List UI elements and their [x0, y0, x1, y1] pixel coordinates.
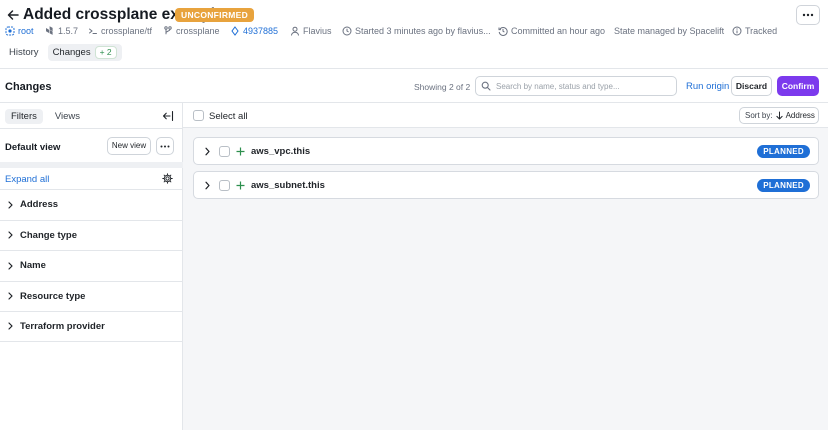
filter-address[interactable]: Address — [0, 189, 183, 220]
tab-views[interactable]: Views — [49, 109, 86, 124]
state-label: State managed by Spacelift — [614, 26, 725, 36]
search-input[interactable] — [496, 81, 666, 91]
list-header: Select all Sort by: Address — [183, 103, 828, 128]
commit-hash: 4937885 — [243, 26, 279, 36]
collapse-sidebar-icon[interactable] — [162, 110, 174, 122]
filters-sidebar: Filters Views Default view New view Expa… — [0, 103, 183, 430]
committed: Committed an hour ago — [498, 26, 605, 36]
project-root: crossplane/tf — [88, 26, 152, 36]
more-icon — [802, 13, 814, 17]
commit-link[interactable]: 4937885 — [230, 26, 278, 36]
terraform-version-icon — [46, 26, 53, 35]
tab-history[interactable]: History — [4, 44, 44, 61]
resource-address: aws_subnet.this — [251, 179, 325, 191]
chevron-right-icon — [8, 322, 13, 330]
back-arrow-icon[interactable] — [6, 8, 20, 22]
clock-icon — [342, 26, 352, 36]
tab-changes-label: Changes — [52, 47, 91, 58]
filter-resource-type[interactable]: Resource type — [0, 280, 183, 312]
resource-address: aws_vpc.this — [251, 145, 311, 157]
info-icon — [732, 26, 742, 36]
expand-all-link[interactable]: Expand all — [5, 174, 49, 185]
chevron-right-icon — [8, 262, 13, 270]
run-tabs: History Changes + 2 — [4, 44, 122, 62]
branch: crossplane — [163, 26, 220, 36]
tracked-label: Tracked — [745, 26, 778, 36]
filter-terraform-provider[interactable]: Terraform provider — [0, 311, 183, 342]
status-badge: PLANNED — [757, 145, 810, 158]
sort-label: Sort by: — [745, 111, 773, 120]
author-name: Flavius — [303, 26, 332, 36]
changes-heading: Changes — [5, 81, 52, 93]
filter-label: Change type — [20, 229, 78, 241]
select-all-checkbox[interactable] — [193, 110, 204, 121]
version-label: 1.5.7 — [58, 26, 79, 36]
arrow-down-icon — [775, 111, 783, 120]
chevron-right-icon — [8, 201, 13, 209]
search-box[interactable] — [475, 76, 677, 96]
run-origin-link[interactable]: Run origin — [686, 81, 729, 92]
new-view-button[interactable]: New view — [107, 137, 151, 155]
chevron-right-icon[interactable] — [204, 181, 211, 190]
filter-change-type[interactable]: Change type — [0, 219, 183, 251]
stack-icon — [5, 26, 15, 36]
default-view-label: Default view — [5, 142, 61, 153]
view-more-button[interactable] — [156, 137, 174, 155]
filter-label: Terraform provider — [20, 320, 105, 332]
select-all-label: Select all — [209, 111, 248, 122]
list-item[interactable]: aws_vpc.this PLANNED — [193, 137, 819, 165]
run-meta: root 1.5.7 crossplane/tf crossplane 4937… — [0, 24, 828, 40]
history-icon — [498, 26, 508, 36]
tracked: Tracked — [732, 26, 777, 36]
more-icon — [160, 145, 170, 147]
search-icon — [481, 81, 491, 91]
plus-icon — [236, 181, 245, 189]
filter-label: Name — [20, 260, 46, 272]
project-root-label: crossplane/tf — [101, 26, 153, 36]
filter-label: Resource type — [20, 290, 86, 302]
sort-button[interactable]: Sort by: Address — [739, 107, 819, 124]
confirm-button[interactable]: Confirm — [777, 76, 819, 96]
terminal-icon — [89, 28, 97, 34]
changes-count-badge: + 2 — [94, 46, 117, 59]
chevron-right-icon — [8, 292, 13, 300]
branch-icon — [164, 26, 172, 35]
gear-icon[interactable] — [162, 173, 173, 184]
stack-name: root — [18, 26, 34, 36]
row-checkbox[interactable] — [219, 145, 230, 157]
sidebar-tabs: Filters Views — [5, 109, 86, 124]
started: Started 3 minutes ago by flavius... — [342, 26, 491, 36]
status-badge: PLANNED — [757, 179, 810, 192]
chevron-right-icon[interactable] — [204, 147, 211, 156]
committed-label: Committed an hour ago — [511, 26, 606, 36]
more-actions-button[interactable] — [796, 5, 820, 25]
commit-icon — [231, 26, 239, 36]
divider — [0, 68, 828, 69]
showing-count: Showing 2 of 2 — [414, 82, 471, 92]
started-label: Started 3 minutes ago by flavius... — [355, 26, 491, 36]
branch-label: crossplane — [176, 26, 220, 36]
row-checkbox[interactable] — [219, 179, 230, 191]
stack-link[interactable]: root — [5, 26, 34, 36]
divider — [0, 128, 183, 129]
status-badge: UNCONFIRMED — [175, 8, 255, 22]
tab-changes[interactable]: Changes + 2 — [47, 44, 122, 61]
filter-name[interactable]: Name — [0, 250, 183, 281]
tab-filters[interactable]: Filters — [5, 109, 43, 124]
filter-label: Address — [20, 199, 59, 211]
state: State managed by Spacelift — [614, 26, 724, 36]
version: 1.5.7 — [45, 26, 78, 36]
changes-list: Select all Sort by: Address aws_vpc.this… — [183, 103, 828, 430]
plus-icon — [236, 147, 245, 155]
sort-value: Address — [785, 111, 815, 120]
list-item[interactable]: aws_subnet.this PLANNED — [193, 171, 819, 199]
user-icon — [291, 26, 299, 36]
author: Flavius — [290, 26, 332, 36]
chevron-right-icon — [8, 231, 13, 239]
divider — [0, 162, 183, 168]
discard-button[interactable]: Discard — [731, 76, 772, 96]
